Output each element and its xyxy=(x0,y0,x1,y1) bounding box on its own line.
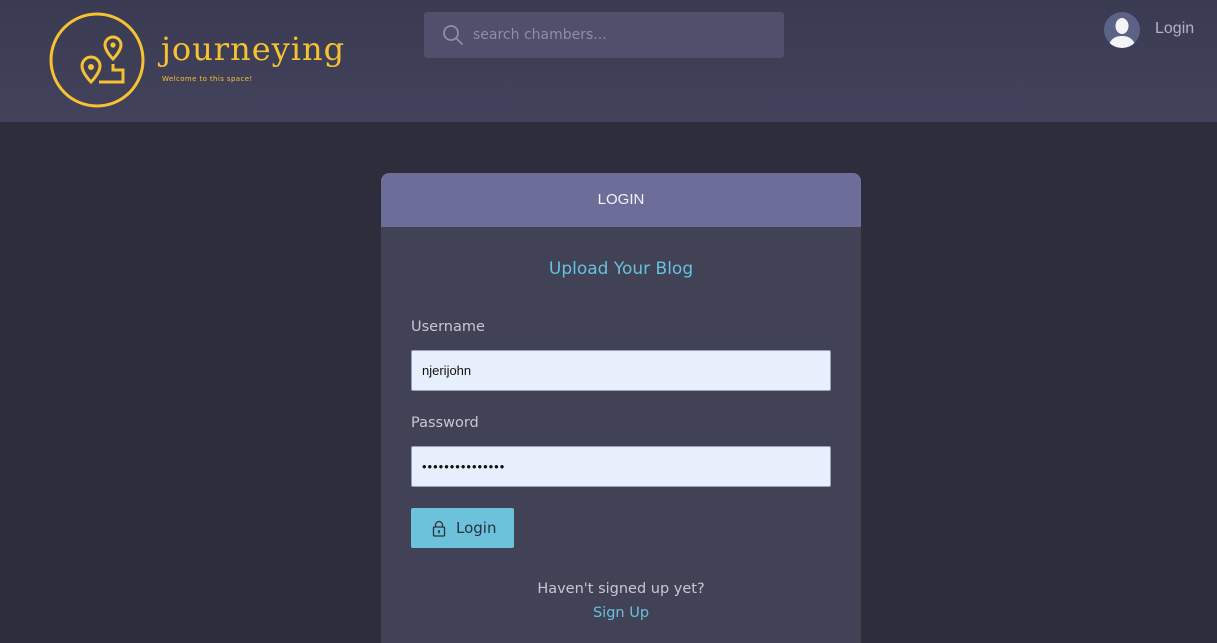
login-card-title: LOGIN xyxy=(597,191,645,208)
username-field[interactable] xyxy=(411,350,831,391)
upload-blog-heading: Upload Your Blog xyxy=(548,259,694,279)
password-label: Password xyxy=(411,415,479,431)
password-field[interactable] xyxy=(411,446,831,487)
user-avatar-icon[interactable] xyxy=(1104,12,1140,48)
brand-tagline: Welcome to this space! xyxy=(162,75,253,83)
search-input[interactable] xyxy=(473,12,773,58)
top-header: journeying Welcome to this space! Login xyxy=(0,0,1217,122)
search-bar[interactable] xyxy=(424,12,784,58)
signup-prompt: Haven't signed up yet? xyxy=(537,581,705,597)
search-icon xyxy=(443,25,463,45)
brand-name[interactable]: journeying xyxy=(161,27,345,71)
lock-icon xyxy=(432,520,446,537)
brand-logo-icon[interactable] xyxy=(49,12,145,108)
login-submit-label: Login xyxy=(456,519,497,537)
login-card-header: LOGIN xyxy=(381,173,861,227)
login-card: LOGIN Upload Your Blog Username Password… xyxy=(381,173,861,643)
signup-link[interactable]: Sign Up xyxy=(381,605,861,621)
login-submit-button[interactable]: Login xyxy=(411,508,514,548)
header-login-link[interactable]: Login xyxy=(1155,20,1194,38)
username-label: Username xyxy=(411,319,485,335)
